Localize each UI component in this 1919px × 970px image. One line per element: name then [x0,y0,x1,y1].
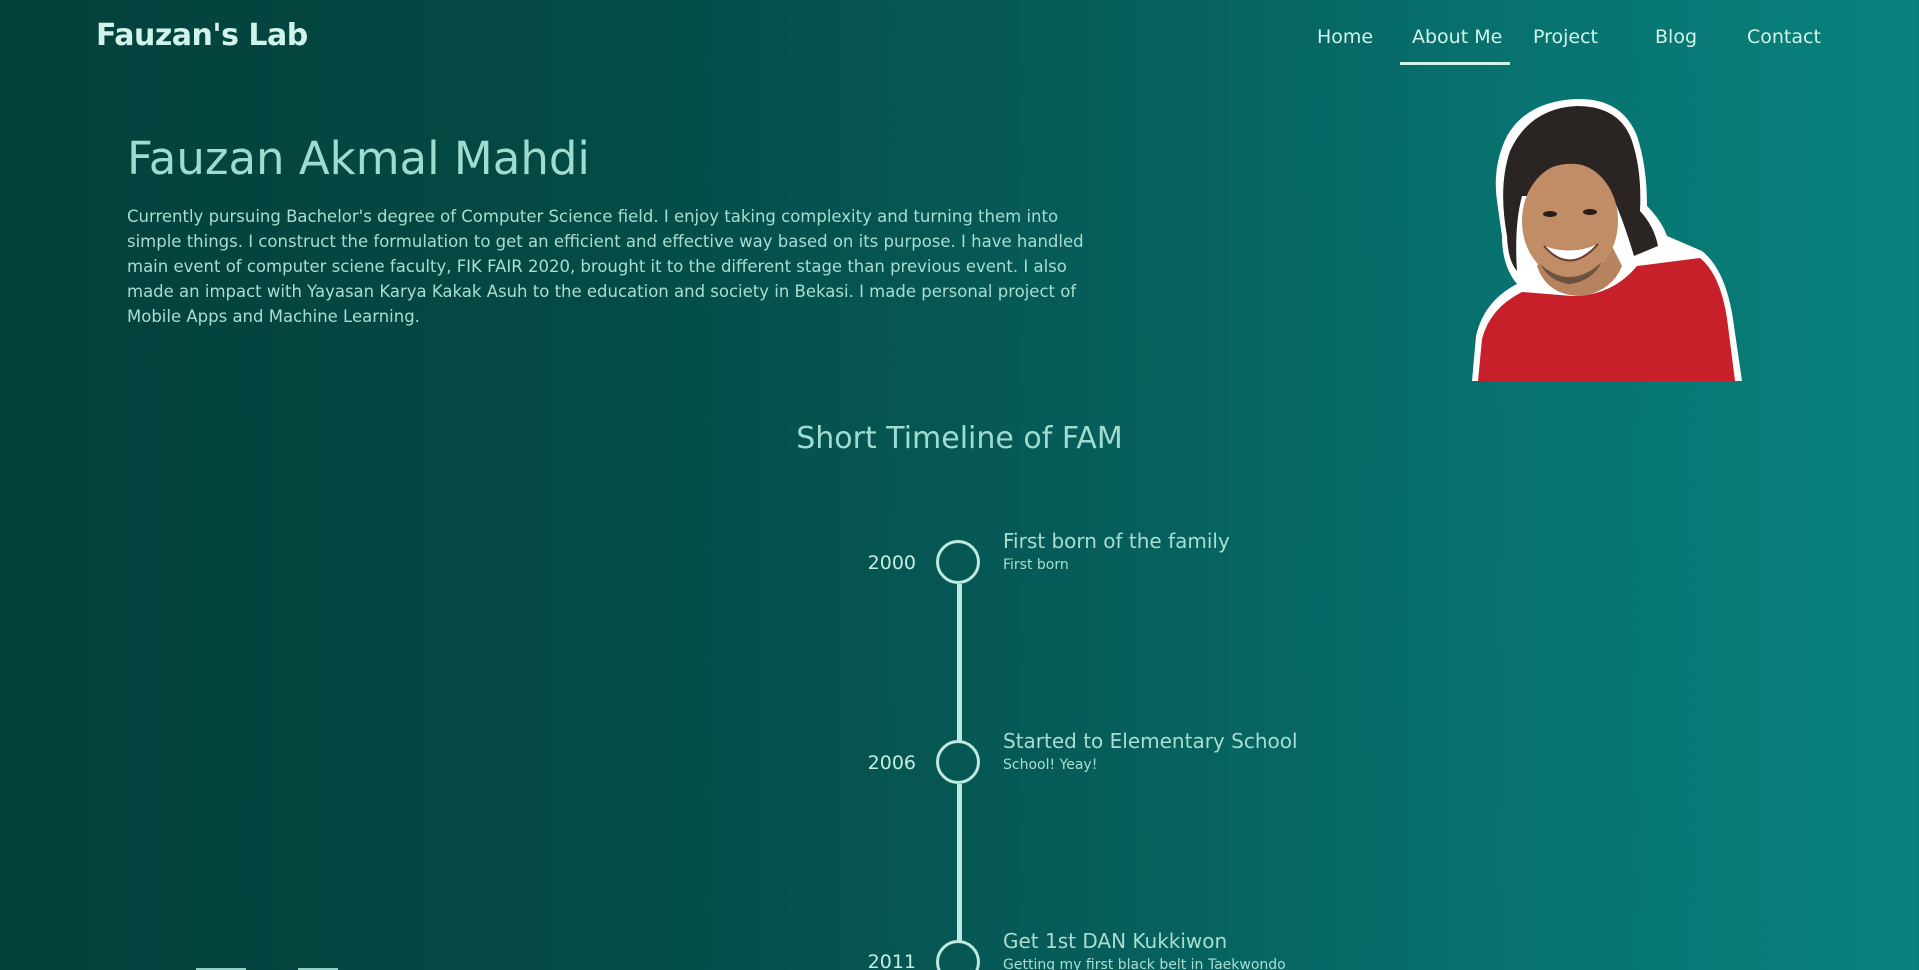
timeline-year: 2006 [867,752,916,774]
timeline-node [936,540,980,584]
timeline-year: 2000 [867,552,916,574]
nav-contact[interactable]: Contact [1747,26,1821,48]
timeline-node [936,940,980,970]
hero-name: Fauzan Akmal Mahdi [127,132,590,185]
timeline-title: Short Timeline of FAM [796,421,1123,456]
nav-active-indicator [1400,62,1510,65]
timeline-node [936,740,980,784]
nav-project[interactable]: Project [1533,26,1598,48]
timeline-event-title: First born of the family [1003,529,1230,553]
timeline-event-title: Get 1st DAN Kukkiwon [1003,929,1228,953]
nav-blog[interactable]: Blog [1655,26,1697,48]
nav-about-me[interactable]: About Me [1412,26,1502,48]
hero-description: Currently pursuing Bachelor's degree of … [127,207,1084,326]
profile-portrait [1472,98,1742,381]
timeline-event-title: Started to Elementary School [1003,729,1298,753]
timeline-year: 2011 [867,951,916,970]
navbar: Fauzan's Lab Home About Me Project Blog … [0,0,1919,75]
timeline-connector [957,584,962,742]
timeline-event-subtitle: First born [1003,557,1069,573]
timeline-event-subtitle: School! Yeay! [1003,757,1098,773]
nav-home[interactable]: Home [1317,26,1373,48]
timeline-connector [957,784,962,941]
brand-logo[interactable]: Fauzan's Lab [96,18,308,53]
timeline-event-subtitle: Getting my first black belt in Taekwondo [1003,957,1286,970]
